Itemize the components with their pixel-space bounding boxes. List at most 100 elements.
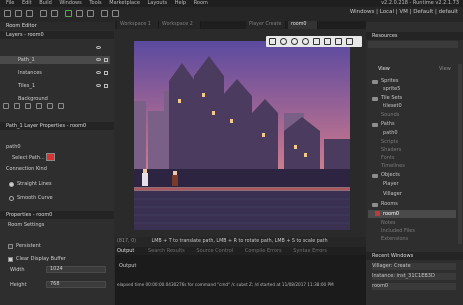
resource-room0[interactable]: room0 bbox=[383, 211, 399, 218]
delete-layer-icon[interactable] bbox=[58, 103, 64, 109]
target-icon[interactable] bbox=[101, 10, 108, 17]
layer-tiles-1[interactable]: Tiles_1 bbox=[18, 83, 35, 90]
path-name-label: path0 bbox=[6, 144, 21, 150]
menu-windows[interactable]: Windows bbox=[59, 0, 81, 7]
tab-source-control[interactable]: Source Control bbox=[196, 248, 233, 254]
new-project-icon[interactable] bbox=[4, 10, 11, 17]
layer-background[interactable]: Background bbox=[18, 96, 48, 103]
room-settings-label: Room Settings bbox=[8, 222, 45, 228]
debug-icon[interactable] bbox=[76, 10, 83, 17]
zoom-out-icon[interactable] bbox=[280, 38, 287, 45]
resource-tile-sets[interactable]: Tile Sets bbox=[381, 95, 402, 102]
select-path-button[interactable]: Select Path... bbox=[12, 155, 45, 162]
visibility-eye-icon[interactable] bbox=[96, 84, 101, 87]
run-icon[interactable] bbox=[65, 10, 72, 17]
resource-objects[interactable]: Objects bbox=[381, 172, 400, 179]
recent-window-room0[interactable]: room0 bbox=[372, 283, 456, 290]
tab-output[interactable]: Output bbox=[117, 248, 134, 254]
resource-scripts[interactable]: Scripts bbox=[381, 139, 398, 146]
resources-scrollbar[interactable] bbox=[458, 64, 462, 244]
resource-sounds[interactable]: Sounds bbox=[381, 112, 399, 119]
resource-sprites[interactable]: Sprites bbox=[381, 78, 398, 85]
add-layer-icon[interactable] bbox=[3, 103, 9, 109]
add-path-layer-icon[interactable] bbox=[25, 103, 31, 109]
resource-player[interactable]: Player bbox=[383, 181, 399, 188]
resource-included-files[interactable]: Included Files bbox=[381, 228, 415, 235]
recent-windows-header: Recent Windows bbox=[366, 252, 463, 260]
clear-display-buffer-checkbox[interactable] bbox=[8, 257, 13, 262]
menu-build[interactable]: Build bbox=[39, 0, 52, 7]
menu-edit[interactable]: Edit bbox=[22, 0, 32, 7]
toggle-view-icon[interactable] bbox=[324, 38, 331, 45]
bookmark-icon[interactable] bbox=[335, 38, 342, 45]
fit-view-icon[interactable] bbox=[313, 38, 320, 45]
add-asset-layer-icon[interactable] bbox=[47, 103, 53, 109]
add-tile-layer-icon[interactable] bbox=[36, 103, 42, 109]
path-hint-text: LMB + T to translate path, LMB + R to ro… bbox=[151, 239, 328, 244]
output-panel: Output elapsed time 00:00:00.0430276s fo… bbox=[115, 255, 366, 305]
resource-villager[interactable]: Villager bbox=[383, 191, 402, 198]
view-label[interactable]: View bbox=[378, 66, 390, 73]
resource-rooms[interactable]: Rooms bbox=[381, 201, 398, 208]
straight-lines-radio[interactable] bbox=[9, 182, 14, 187]
resource-search-input[interactable] bbox=[368, 41, 458, 48]
menu-room[interactable]: Room bbox=[194, 0, 208, 7]
lock-icon[interactable] bbox=[104, 84, 108, 88]
build-icon[interactable] bbox=[40, 10, 47, 17]
resource-path0[interactable]: path0 bbox=[383, 130, 398, 137]
tab-workspace-2[interactable]: Workspace 2 bbox=[159, 21, 201, 29]
tab-compile-errors[interactable]: Compile Errors bbox=[245, 248, 282, 254]
tab-room0[interactable]: room0 bbox=[288, 21, 318, 29]
menu-marketplace[interactable]: Marketplace bbox=[109, 0, 140, 7]
folder-icon bbox=[372, 203, 378, 207]
grid-icon[interactable] bbox=[269, 38, 276, 45]
path-color-swatch[interactable] bbox=[46, 153, 55, 161]
layer-path-1[interactable]: Path_1 bbox=[18, 57, 35, 64]
resource-shaders[interactable]: Shaders bbox=[381, 147, 401, 154]
add-instance-layer-icon[interactable] bbox=[14, 103, 20, 109]
recent-window-villager-create[interactable]: Villager: Create bbox=[372, 263, 456, 270]
layer-instances[interactable]: Instances bbox=[18, 70, 42, 77]
resource-paths[interactable]: Paths bbox=[381, 121, 395, 128]
menu-file[interactable]: File bbox=[6, 0, 14, 7]
room-icon bbox=[375, 211, 380, 216]
output-tabs: Output Search Results Source Control Com… bbox=[115, 247, 366, 255]
view-button[interactable]: View bbox=[439, 66, 451, 73]
room-canvas[interactable] bbox=[134, 41, 350, 230]
play-icon[interactable] bbox=[346, 38, 353, 45]
menu-layouts[interactable]: Layouts bbox=[147, 0, 167, 7]
tab-workspace-1[interactable]: Workspace 1 bbox=[117, 21, 159, 29]
viewport-status-bar: (817, 0) LMB + T to translate path, LMB … bbox=[115, 237, 366, 247]
resource-sprite5[interactable]: sprite5 bbox=[383, 86, 400, 93]
menu-tools[interactable]: Tools bbox=[89, 0, 101, 7]
tab-player-create[interactable]: Player Create bbox=[246, 21, 286, 29]
zoom-reset-icon[interactable] bbox=[291, 38, 298, 45]
smooth-curve-radio[interactable] bbox=[9, 196, 14, 201]
resource-extensions[interactable]: Extensions bbox=[381, 236, 408, 243]
save-icon[interactable] bbox=[26, 10, 33, 17]
zoom-in-icon[interactable] bbox=[302, 38, 309, 45]
visibility-eye-icon[interactable] bbox=[96, 58, 101, 61]
tab-syntax-errors[interactable]: Syntax Errors bbox=[293, 248, 327, 254]
open-project-icon[interactable] bbox=[15, 10, 22, 17]
lock-icon[interactable] bbox=[104, 58, 108, 62]
resource-timelines[interactable]: Timelines bbox=[381, 163, 405, 170]
target-dropdown[interactable]: Windows | Local | VM | Default | default bbox=[350, 9, 458, 15]
menu-help[interactable]: Help bbox=[175, 0, 186, 7]
visibility-eye-icon[interactable] bbox=[96, 46, 101, 49]
persistent-checkbox[interactable] bbox=[8, 244, 13, 249]
tab-search-results[interactable]: Search Results bbox=[148, 248, 185, 254]
path-layer-properties-header: Path_1 Layer Properties - room0 bbox=[0, 122, 114, 130]
clean-icon[interactable] bbox=[51, 10, 58, 17]
menubar: File Edit Build Windows Tools Marketplac… bbox=[0, 0, 463, 7]
resource-fonts[interactable]: Fonts bbox=[381, 155, 395, 162]
lock-icon[interactable] bbox=[104, 71, 108, 75]
visibility-eye-icon[interactable] bbox=[96, 71, 101, 74]
persistent-label: Persistent bbox=[16, 243, 41, 249]
folder-icon bbox=[372, 174, 378, 178]
stop-icon[interactable] bbox=[87, 10, 94, 17]
preferences-icon[interactable] bbox=[112, 10, 119, 17]
resource-tileset0[interactable]: tileset0 bbox=[383, 103, 402, 110]
resource-notes[interactable]: Notes bbox=[381, 220, 395, 227]
recent-window-instance[interactable]: Instance: inst_31C1EB3D bbox=[372, 273, 456, 280]
